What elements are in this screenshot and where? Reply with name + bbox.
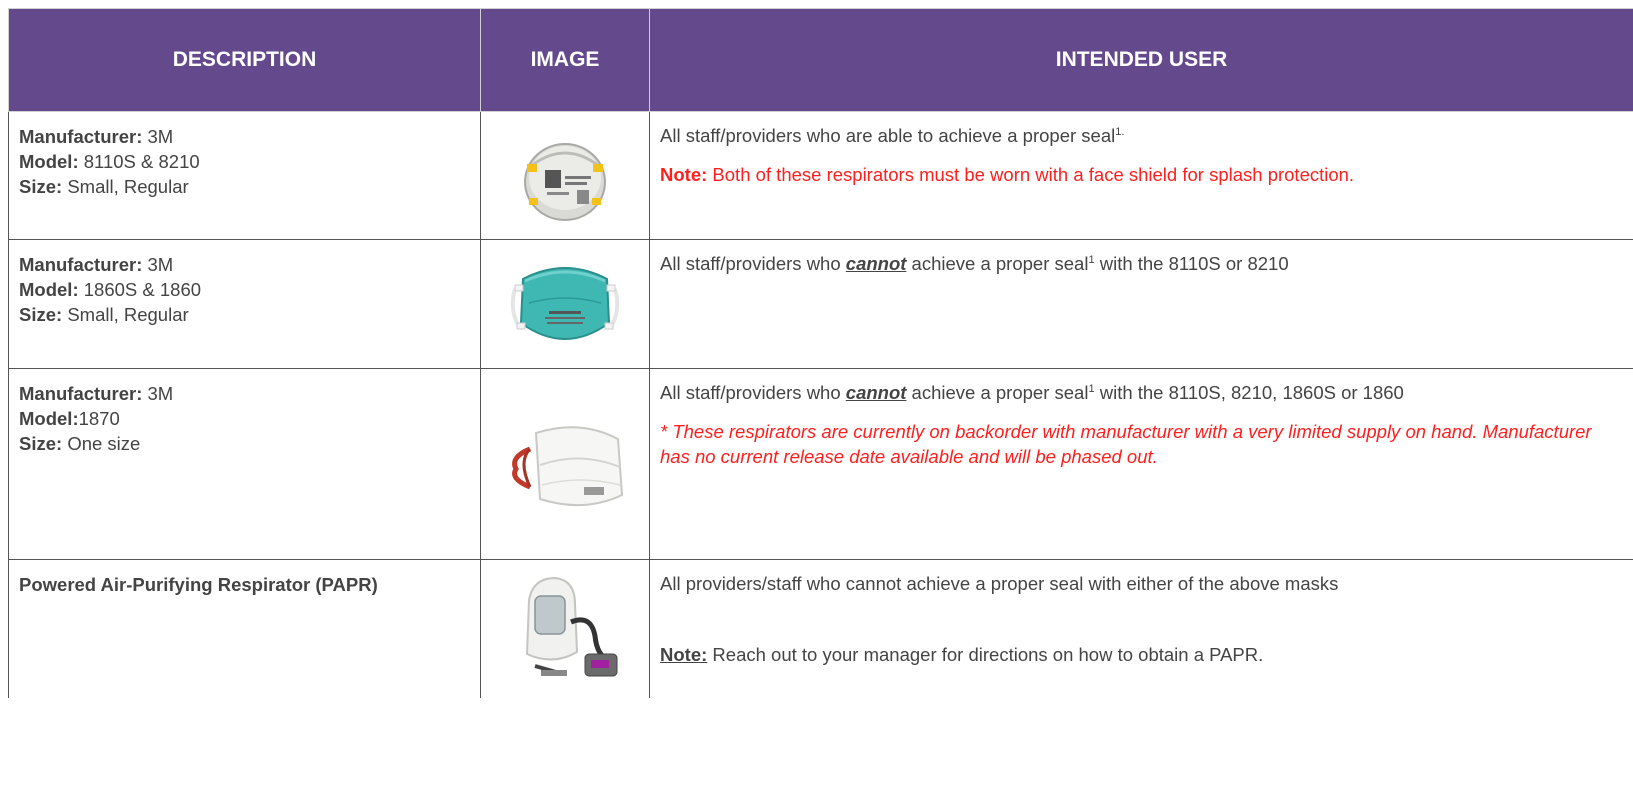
size-value: One size <box>62 433 141 454</box>
intended-user-text: All providers/staff who cannot achieve a… <box>660 573 1339 594</box>
backorder-note: * These respirators are currently on bac… <box>660 421 1592 467</box>
model-line: Model:1870 <box>19 406 470 431</box>
intended-user-cell: All staff/providers who cannot achieve a… <box>649 368 1633 560</box>
size-line: Size: One size <box>19 431 470 456</box>
size-label: Size: <box>19 304 63 325</box>
note-text: Reach out to your manager for directions… <box>707 644 1264 665</box>
model-label: Model: <box>19 408 79 429</box>
respirator-table: DESCRIPTION IMAGE INTENDED USER Manufact… <box>8 8 1633 698</box>
cannot-emphasis: cannot <box>845 253 907 274</box>
model-line: Model: 8110S & 8210 <box>19 149 470 174</box>
size-label: Size: <box>19 176 63 197</box>
description-cell: Powered Air-Purifying Respirator (PAPR) <box>8 559 481 698</box>
papr-description: Powered Air-Purifying Respirator (PAPR) <box>19 574 378 595</box>
respirator-table-container: DESCRIPTION IMAGE INTENDED USER Manufact… <box>8 8 1633 799</box>
table-row: Manufacturer: 3M Model:1870 Size: One si… <box>8 368 1633 560</box>
manufacturer-label: Manufacturer: <box>19 126 143 147</box>
table-row: Manufacturer: 3M Model: 8110S & 8210 Siz… <box>8 111 1633 240</box>
manufacturer-line: Manufacturer: 3M <box>19 124 470 149</box>
intended-user-text: All staff/providers who are able to achi… <box>660 125 1116 146</box>
papr-hood-icon <box>525 576 618 677</box>
note-label: Note: <box>660 164 708 185</box>
intended-user-pre: All staff/providers who <box>660 382 846 403</box>
flat-fold-respirator-icon <box>512 426 624 507</box>
model-label: Model: <box>19 279 79 300</box>
white-n95-respirator-icon <box>524 142 606 221</box>
image-cell <box>480 111 650 240</box>
note-text: Both of these respirators must be worn w… <box>707 164 1355 185</box>
table-header-row: DESCRIPTION IMAGE INTENDED USER <box>8 8 1633 112</box>
face-shield-note: Note: Both of these respirators must be … <box>660 162 1623 187</box>
manufacturer-value: 3M <box>142 254 174 275</box>
table-row: Powered Air-Purifying Respirator (PAPR) <box>8 559 1633 698</box>
size-line: Size: Small, Regular <box>19 174 470 199</box>
header-description: DESCRIPTION <box>8 8 481 112</box>
model-value: 1870 <box>78 408 120 429</box>
manufacturer-value: 3M <box>142 126 174 147</box>
intended-user-cell: All staff/providers who cannot achieve a… <box>649 239 1633 369</box>
table-row: Manufacturer: 3M Model: 1860S & 1860 Siz… <box>8 239 1633 369</box>
header-intended-user: INTENDED USER <box>649 8 1633 112</box>
intended-user-post: with the 8110S or 8210 <box>1094 253 1289 274</box>
size-label: Size: <box>19 433 63 454</box>
size-value: Small, Regular <box>62 176 189 197</box>
header-image: IMAGE <box>480 8 650 112</box>
model-label: Model: <box>19 151 79 172</box>
model-value: 1860S & 1860 <box>78 279 202 300</box>
teal-n95-respirator-icon <box>510 267 620 340</box>
intended-user-cell: All staff/providers who are able to achi… <box>649 111 1633 240</box>
manufacturer-line: Manufacturer: 3M <box>19 252 470 277</box>
note-label: Note: <box>660 644 708 665</box>
description-cell: Manufacturer: 3M Model: 8110S & 8210 Siz… <box>8 111 481 240</box>
intended-user-cell: All providers/staff who cannot achieve a… <box>649 559 1633 698</box>
manufacturer-line: Manufacturer: 3M <box>19 381 470 406</box>
description-cell: Manufacturer: 3M Model: 1860S & 1860 Siz… <box>8 239 481 369</box>
model-line: Model: 1860S & 1860 <box>19 277 470 302</box>
papr-note: Note: Reach out to your manager for dire… <box>660 642 1623 667</box>
image-cell <box>480 559 650 698</box>
intended-user-post: with the 8110S, 8210, 1860S or 1860 <box>1094 382 1404 403</box>
intended-user-pre: All staff/providers who <box>660 253 846 274</box>
intended-user-mid: achieve a proper seal <box>906 382 1089 403</box>
image-cell <box>480 368 650 560</box>
description-cell: Manufacturer: 3M Model:1870 Size: One si… <box>8 368 481 560</box>
footnote-marker: 1. <box>1115 125 1125 138</box>
image-cell <box>480 239 650 369</box>
cannot-emphasis: cannot <box>845 382 907 403</box>
intended-user-mid: achieve a proper seal <box>906 253 1089 274</box>
manufacturer-label: Manufacturer: <box>19 383 143 404</box>
manufacturer-label: Manufacturer: <box>19 254 143 275</box>
manufacturer-value: 3M <box>142 383 174 404</box>
size-value: Small, Regular <box>62 304 189 325</box>
size-line: Size: Small, Regular <box>19 302 470 327</box>
model-value: 8110S & 8210 <box>78 151 200 172</box>
